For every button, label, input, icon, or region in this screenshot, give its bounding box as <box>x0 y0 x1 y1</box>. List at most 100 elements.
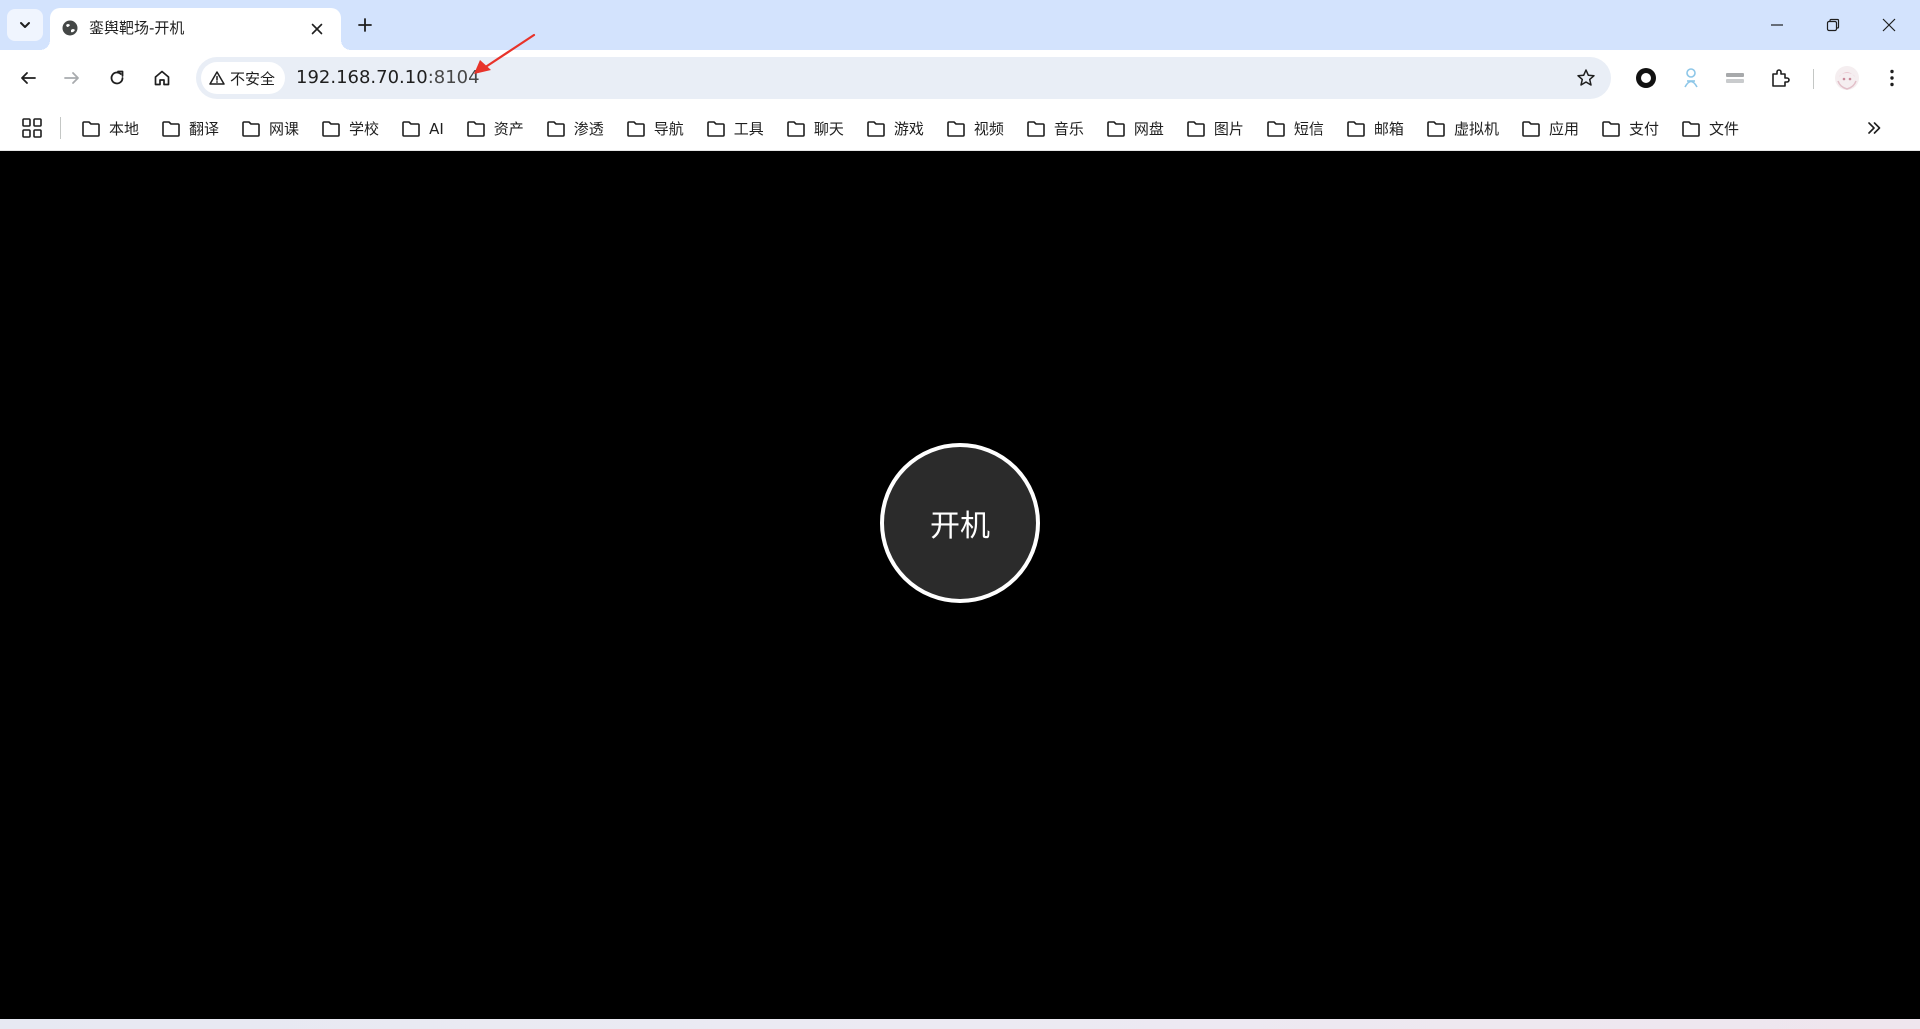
tab-strip: 銮舆靶场-开机 <box>0 0 1920 50</box>
bookmark-star-button[interactable] <box>1573 65 1599 91</box>
bookmark-label: 视频 <box>973 120 1004 138</box>
folder-icon <box>1601 120 1621 138</box>
profile-button[interactable] <box>1830 61 1864 95</box>
folder-icon <box>546 120 566 138</box>
bookmark-folder[interactable]: 音乐 <box>1015 114 1095 144</box>
minimize-icon <box>1771 24 1783 26</box>
extension-bars-button[interactable] <box>1718 61 1752 95</box>
minimize-button[interactable] <box>1749 0 1805 50</box>
folder-icon <box>1186 120 1206 138</box>
bookmark-folder[interactable]: 文件 <box>1670 114 1750 144</box>
bookmark-folder[interactable]: 翻译 <box>150 114 230 144</box>
arrow-right-icon <box>64 72 79 84</box>
bookmark-folder[interactable]: 学校 <box>310 114 390 144</box>
folder-icon <box>466 120 486 138</box>
plus-icon <box>358 18 372 32</box>
bookmark-folder[interactable]: 支付 <box>1590 114 1670 144</box>
bookmark-folder[interactable]: 图片 <box>1175 114 1255 144</box>
bookmark-label: 图片 <box>1213 120 1244 138</box>
bookmark-folder[interactable]: 网盘 <box>1095 114 1175 144</box>
bookmark-label: 渗透 <box>573 120 604 138</box>
bookmark-label: 邮箱 <box>1373 120 1404 138</box>
bookmark-folder[interactable]: 导航 <box>615 114 695 144</box>
bookmark-label: 网课 <box>269 120 300 138</box>
avatar <box>1835 66 1859 90</box>
new-tab-button[interactable] <box>352 12 378 38</box>
url-text[interactable]: 192.168.70.10:8104 <box>296 67 480 89</box>
bookmark-folder[interactable]: 本地 <box>70 114 150 144</box>
record-circle-icon <box>1636 68 1656 88</box>
security-chip[interactable]: 不安全 <box>201 62 286 94</box>
reload-button[interactable] <box>100 61 134 95</box>
bookmark-folder[interactable]: 虚拟机 <box>1415 114 1510 144</box>
bookmark-folder[interactable]: 视频 <box>935 114 1015 144</box>
folder-icon <box>81 120 101 138</box>
active-tab[interactable]: 銮舆靶场-开机 <box>40 8 351 50</box>
back-button[interactable] <box>11 61 45 95</box>
restore-button[interactable] <box>1805 0 1861 50</box>
chevron-double-right-icon <box>1868 122 1881 134</box>
folder-icon <box>321 120 341 138</box>
bookmark-folder[interactable]: 资产 <box>455 114 535 144</box>
close-icon <box>1882 18 1896 32</box>
bookmark-folder[interactable]: AI <box>390 114 455 144</box>
security-label: 不安全 <box>230 69 276 88</box>
star-icon <box>1577 69 1595 86</box>
forward-button[interactable] <box>55 61 89 95</box>
extensions-button[interactable] <box>1763 61 1797 95</box>
chevron-down-icon <box>20 22 30 28</box>
apps-grid-icon <box>22 118 42 138</box>
bookmark-label: 学校 <box>349 120 380 138</box>
bookmark-folder[interactable]: 邮箱 <box>1335 114 1415 144</box>
folder-icon <box>1521 120 1541 138</box>
bookmark-label: AI <box>429 119 444 138</box>
reload-icon <box>110 70 124 85</box>
folder-icon <box>1426 120 1446 138</box>
folder-icon <box>1106 120 1126 138</box>
page-content: 开机 <box>0 151 1920 1019</box>
url-host: 192.168.70.10 <box>296 67 428 88</box>
address-bar[interactable]: 不安全 192.168.70.10:8104 <box>196 57 1611 99</box>
folder-icon <box>1266 120 1286 138</box>
bookmark-label: 网盘 <box>1133 120 1164 138</box>
power-on-button[interactable]: 开机 <box>880 443 1040 603</box>
browser-toolbar: 不安全 192.168.70.10:8104 <box>0 50 1920 106</box>
more-bookmarks-button[interactable] <box>1862 116 1886 140</box>
close-tab-icon[interactable] <box>306 18 328 40</box>
home-icon <box>154 70 170 86</box>
folder-icon <box>401 120 421 138</box>
tab-title: 銮舆靶场-开机 <box>89 19 185 37</box>
bookmark-folder[interactable]: 游戏 <box>855 114 935 144</box>
menu-button[interactable] <box>1875 61 1909 95</box>
close-window-button[interactable] <box>1861 0 1917 50</box>
extension-record-button[interactable] <box>1629 61 1663 95</box>
bookmark-folder[interactable]: 工具 <box>695 114 775 144</box>
home-button[interactable] <box>145 61 179 95</box>
folder-icon <box>1681 120 1701 138</box>
bookmark-folder[interactable]: 网课 <box>230 114 310 144</box>
bookmark-label: 游戏 <box>893 120 924 138</box>
bookmarks-divider <box>60 117 61 139</box>
figure-icon <box>1684 68 1698 88</box>
bookmark-folder[interactable]: 短信 <box>1255 114 1335 144</box>
bookmark-label: 文件 <box>1708 120 1739 138</box>
folder-icon <box>866 120 886 138</box>
bookmark-folder[interactable]: 应用 <box>1510 114 1590 144</box>
bookmark-folder[interactable]: 渗透 <box>535 114 615 144</box>
arrow-left-icon <box>21 72 36 84</box>
folder-icon <box>706 120 726 138</box>
extension-figure-button[interactable] <box>1674 61 1708 95</box>
puzzle-icon <box>1772 69 1790 87</box>
tab-search-button[interactable] <box>7 9 43 41</box>
warning-triangle-icon <box>209 71 225 85</box>
folder-icon <box>1346 120 1366 138</box>
bookmark-label: 工具 <box>733 120 764 138</box>
folder-icon <box>786 120 806 138</box>
bookmark-folder[interactable]: 聊天 <box>775 114 855 144</box>
bars-icon <box>1726 73 1744 83</box>
bookmark-label: 聊天 <box>813 120 844 138</box>
apps-button[interactable] <box>20 116 44 140</box>
folder-icon <box>1026 120 1046 138</box>
bookmark-label: 导航 <box>653 120 684 138</box>
taskbar-edge <box>0 1019 1920 1029</box>
